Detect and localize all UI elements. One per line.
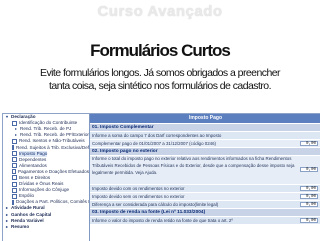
slide-tagline: Evite formulários longos. Já somos obrig…	[0, 67, 320, 93]
form-row: Imposto devido com os rendimentos no ext…	[90, 184, 320, 192]
tree-item-label: Doações a Part. Políticos, Comitês Finan…	[16, 199, 89, 205]
checkbox-icon[interactable]	[12, 145, 14, 151]
form-section-header: 02. Imposto pago no exterior	[90, 147, 320, 155]
value-input[interactable]: 0,00	[300, 218, 318, 223]
checkbox-icon[interactable]	[12, 193, 17, 199]
value-input[interactable]: 0,00	[300, 194, 318, 199]
value-input[interactable]: 0,00	[300, 141, 318, 146]
tree-item-label: Dependentes	[19, 156, 47, 162]
form-row-label: Imposto devido sem os rendimentos no ext…	[92, 194, 185, 199]
checkbox-icon[interactable]	[12, 151, 17, 157]
tree-item-label: Identificação do Contribuinte	[19, 120, 78, 126]
checkbox-icon[interactable]	[12, 175, 17, 181]
tree-item-label: Rend. Trib. Receb. de PJ	[20, 126, 72, 132]
form-row-label: Informe o valor do imposto de renda reti…	[92, 218, 233, 223]
checkbox-icon[interactable]	[12, 138, 17, 144]
expand-icon[interactable]: ▸	[5, 212, 9, 217]
expand-icon[interactable]: ▸	[14, 133, 18, 137]
tree-item-label: Alimentandos	[19, 162, 47, 168]
value-input[interactable]: 0,00	[300, 186, 318, 191]
form-row-label: Imposto devido com os rendimentos no ext…	[92, 186, 185, 191]
form-screenshot: ▾ Declaração Identificação do Contribuinte…	[2, 113, 320, 241]
expand-icon[interactable]: ▸	[5, 218, 9, 223]
tree-item[interactable]: ▸ Resumo	[3, 224, 89, 230]
checkbox-icon[interactable]	[12, 157, 17, 163]
checkbox-icon[interactable]	[12, 199, 14, 205]
tagline-line-1: Evite formulários longos. Já somos obrig…	[39, 67, 281, 79]
checkbox-icon[interactable]	[12, 120, 17, 126]
value-input[interactable]: 0,00	[300, 202, 318, 207]
navigation-tree: ▾ Declaração Identificação do Contribuinte…	[3, 114, 90, 241]
checkbox-icon[interactable]	[12, 181, 17, 187]
collapse-icon[interactable]: ▾	[5, 115, 9, 119]
form-section-header: 03. Imposto de renda na fonte (Lei nº 11…	[90, 208, 320, 216]
imposto-pago-form: Imposto Pago 01. Imposto Complementar Inf…	[90, 114, 320, 241]
form-title: Imposto Pago	[90, 114, 320, 123]
tree-item-label: Rend. Trib. Receb. de PF/Exterior	[20, 132, 89, 138]
form-row: Diferença a ser considerada para cálculo…	[90, 200, 320, 208]
form-row-label: Complementar pago de 01/01/2007 a 31/12/…	[92, 141, 217, 146]
form-section-header: 01. Imposto Complementar	[90, 123, 320, 131]
value-input[interactable]: 0,00	[300, 167, 318, 172]
tree-item-label: Espólio	[19, 193, 35, 199]
form-row: Informe a soma do campo 7 dos Darf corre…	[90, 131, 320, 139]
form-row-label: Informe a soma do campo 7 dos Darf corre…	[92, 133, 222, 138]
tree-item-label: Atividade Rural	[11, 205, 45, 211]
tagline-line-2: tanta coisa, seja sintético nos formulár…	[49, 80, 271, 92]
expand-icon[interactable]: ▸	[5, 206, 9, 210]
expand-icon[interactable]: ▸	[14, 127, 18, 131]
form-row: Imposto devido sem os rendimentos no ext…	[90, 192, 320, 200]
form-row-label: Informe o total do imposto pago no exter…	[92, 156, 295, 175]
form-row-label: Diferença a ser considerada para cálculo…	[92, 202, 219, 207]
form-row: Informe o valor do imposto de renda reti…	[90, 216, 320, 224]
tree-item-label: Informações do Cônjuge	[19, 187, 70, 193]
tree-item-label: Resumo	[11, 223, 30, 229]
tree-item-label: Ganhos de Capital	[11, 211, 52, 217]
checkbox-icon[interactable]	[12, 163, 17, 169]
expand-icon[interactable]: ▸	[5, 224, 9, 229]
tree-item-label: Declaração	[11, 114, 36, 120]
tree-item-label: Rend. Sujeitos à Trib. Exclusiva/Definit…	[16, 144, 90, 150]
checkbox-icon[interactable]	[12, 169, 16, 175]
slide-header: Curso Avançado	[0, 0, 320, 30]
tree-item-label: Imposto Pago	[19, 150, 48, 157]
checkbox-icon[interactable]	[12, 187, 17, 193]
form-row: Complementar pago de 01/01/2007 a 31/12/…	[90, 139, 320, 147]
tree-item-label: Dívidas e Ônus Reais	[19, 181, 64, 187]
form-row: Informe o total do imposto pago no exter…	[90, 155, 320, 184]
tree-item-label: Pagamentos e Doações Efetuados	[18, 168, 89, 174]
tree-item-label: Rend. Isentos e Não-Tributáveis	[19, 138, 85, 144]
course-label: Curso Avançado	[97, 3, 223, 20]
tree-item-label: Renda Variável	[11, 217, 44, 223]
slide-title: Formulários Curtos	[90, 41, 231, 60]
